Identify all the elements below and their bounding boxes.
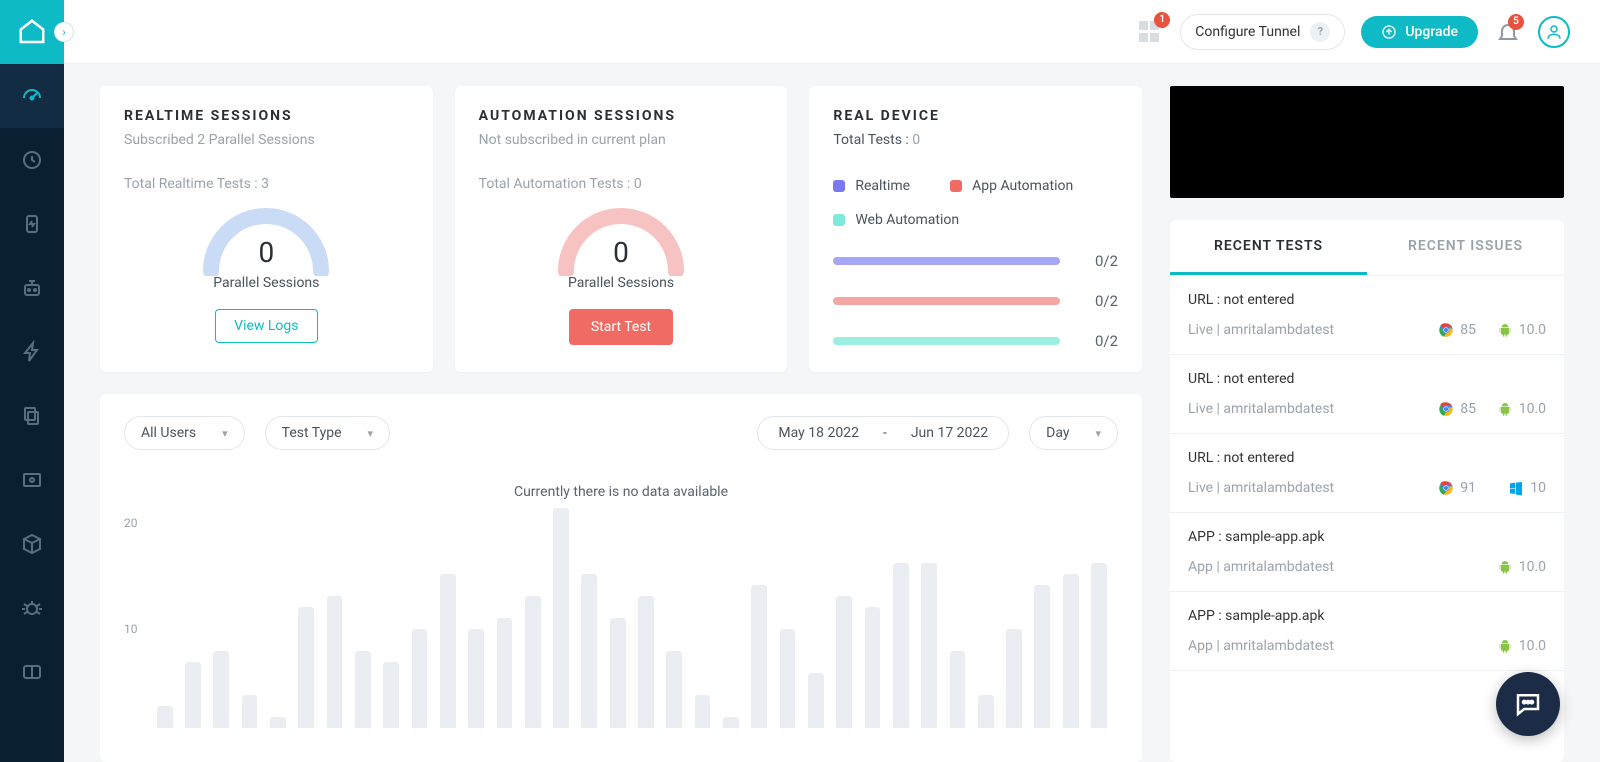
apps-grid-button[interactable]: 1: [1136, 18, 1164, 46]
configure-tunnel-button[interactable]: Configure Tunnel ?: [1180, 14, 1345, 50]
upgrade-label: Upgrade: [1405, 24, 1458, 40]
nav-eye[interactable]: [0, 448, 64, 512]
nav-copy[interactable]: [0, 384, 64, 448]
os-info: 10.0: [1476, 322, 1546, 338]
tab-recent-issues[interactable]: RECENT ISSUES: [1367, 220, 1564, 275]
test-meta: App | amritalambdatest: [1188, 559, 1406, 575]
sidebar-expand-icon[interactable]: ›: [54, 22, 74, 42]
nav-bug[interactable]: [0, 576, 64, 640]
gauge-value: 0: [479, 236, 764, 269]
filter-interval[interactable]: Day▾: [1029, 416, 1118, 450]
card-sub: Not subscribed in current plan: [479, 132, 764, 148]
test-item[interactable]: APP : sample-app.apk App | amritalambdate…: [1170, 592, 1564, 671]
browser-info: 91: [1406, 480, 1476, 496]
gauge-label: Parallel Sessions: [479, 275, 764, 291]
test-meta: Live | amritalambdatest: [1188, 322, 1406, 338]
chevron-down-icon: ▾: [368, 427, 374, 440]
nav-dashboard[interactable]: [0, 64, 64, 128]
test-meta: Live | amritalambdatest: [1188, 480, 1406, 496]
promo-banner[interactable]: [1170, 86, 1564, 198]
activity-bar-chart: [146, 508, 1119, 728]
automation-sessions-card: AUTOMATION SESSIONS Not subscribed in cu…: [455, 86, 788, 372]
chevron-down-icon: ▾: [222, 427, 228, 440]
chart-empty-message: Currently there is no data available: [124, 484, 1118, 500]
bar-webauto: 0/2: [833, 332, 1118, 350]
card-title: REALTIME SESSIONS: [124, 108, 409, 124]
topbar: 1 Configure Tunnel ? Upgrade 5: [64, 0, 1600, 64]
browser-info: 85: [1406, 401, 1476, 417]
test-url: URL : not entered: [1188, 371, 1546, 387]
nav-battery[interactable]: [0, 192, 64, 256]
nav-cube[interactable]: [0, 512, 64, 576]
nav-compare[interactable]: [0, 640, 64, 704]
card-stat: Total Realtime Tests : 3: [124, 176, 409, 192]
tab-recent-tests[interactable]: RECENT TESTS: [1170, 220, 1367, 275]
os-info: 10.0: [1476, 559, 1546, 575]
chat-fab[interactable]: [1496, 672, 1560, 736]
test-item[interactable]: URL : not entered Live | amritalambdatest…: [1170, 355, 1564, 434]
date-range[interactable]: May 18 2022-Jun 17 2022: [757, 416, 1009, 450]
chevron-down-icon: ▾: [1095, 427, 1101, 440]
nav-robot[interactable]: [0, 256, 64, 320]
filter-type[interactable]: Test Type▾: [265, 416, 390, 450]
card-sub: Subscribed 2 Parallel Sessions: [124, 132, 409, 148]
notif-badge: 5: [1508, 14, 1524, 30]
bar-realtime: 0/2: [833, 252, 1118, 270]
realtime-sessions-card: REALTIME SESSIONS Subscribed 2 Parallel …: [100, 86, 433, 372]
test-item[interactable]: APP : sample-app.apk App | amritalambdate…: [1170, 513, 1564, 592]
sidebar: ›: [0, 0, 64, 762]
activity-chart-card: All Users▾ Test Type▾ May 18 2022-Jun 17…: [100, 394, 1142, 762]
bar-appauto: 0/2: [833, 292, 1118, 310]
user-icon: [1545, 23, 1563, 41]
avatar-button[interactable]: [1538, 16, 1570, 48]
os-info: 10.0: [1476, 401, 1546, 417]
card-title: REAL DEVICE: [833, 108, 1118, 124]
card-title: AUTOMATION SESSIONS: [479, 108, 764, 124]
legend-realtime: Realtime: [833, 178, 910, 194]
real-device-card: REAL DEVICE Total Tests : 0 Realtime App…: [809, 86, 1142, 372]
upgrade-icon: [1381, 24, 1397, 40]
gauge-label: Parallel Sessions: [124, 275, 409, 291]
test-meta: Live | amritalambdatest: [1188, 401, 1406, 417]
test-url: URL : not entered: [1188, 450, 1546, 466]
notifications-button[interactable]: 5: [1494, 18, 1522, 46]
nav-history[interactable]: [0, 128, 64, 192]
test-url: URL : not entered: [1188, 292, 1546, 308]
nav-bolt[interactable]: [0, 320, 64, 384]
os-info: 10: [1476, 480, 1546, 496]
card-stat: Total Automation Tests : 0: [479, 176, 764, 192]
gauge-value: 0: [124, 236, 409, 269]
chat-icon: [1513, 689, 1543, 719]
help-icon: ?: [1310, 22, 1330, 42]
view-logs-button[interactable]: View Logs: [215, 309, 317, 343]
filter-users[interactable]: All Users▾: [124, 416, 245, 450]
os-info: 10.0: [1476, 638, 1546, 654]
browser-info: 85: [1406, 322, 1476, 338]
test-item[interactable]: URL : not entered Live | amritalambdatest…: [1170, 276, 1564, 355]
start-test-button[interactable]: Start Test: [569, 309, 673, 345]
upgrade-button[interactable]: Upgrade: [1361, 16, 1478, 48]
test-url: APP : sample-app.apk: [1188, 608, 1546, 624]
legend-webauto: Web Automation: [833, 212, 959, 228]
legend-appauto: App Automation: [950, 178, 1073, 194]
card-sub: Total Tests : 0: [833, 132, 1118, 148]
test-meta: App | amritalambdatest: [1188, 638, 1406, 654]
apps-badge: 1: [1154, 12, 1170, 28]
test-url: APP : sample-app.apk: [1188, 529, 1546, 545]
logo[interactable]: ›: [0, 0, 64, 64]
test-item[interactable]: URL : not entered Live | amritalambdatest…: [1170, 434, 1564, 513]
chart-y-axis: 20 10: [124, 508, 146, 728]
configure-label: Configure Tunnel: [1195, 24, 1300, 40]
